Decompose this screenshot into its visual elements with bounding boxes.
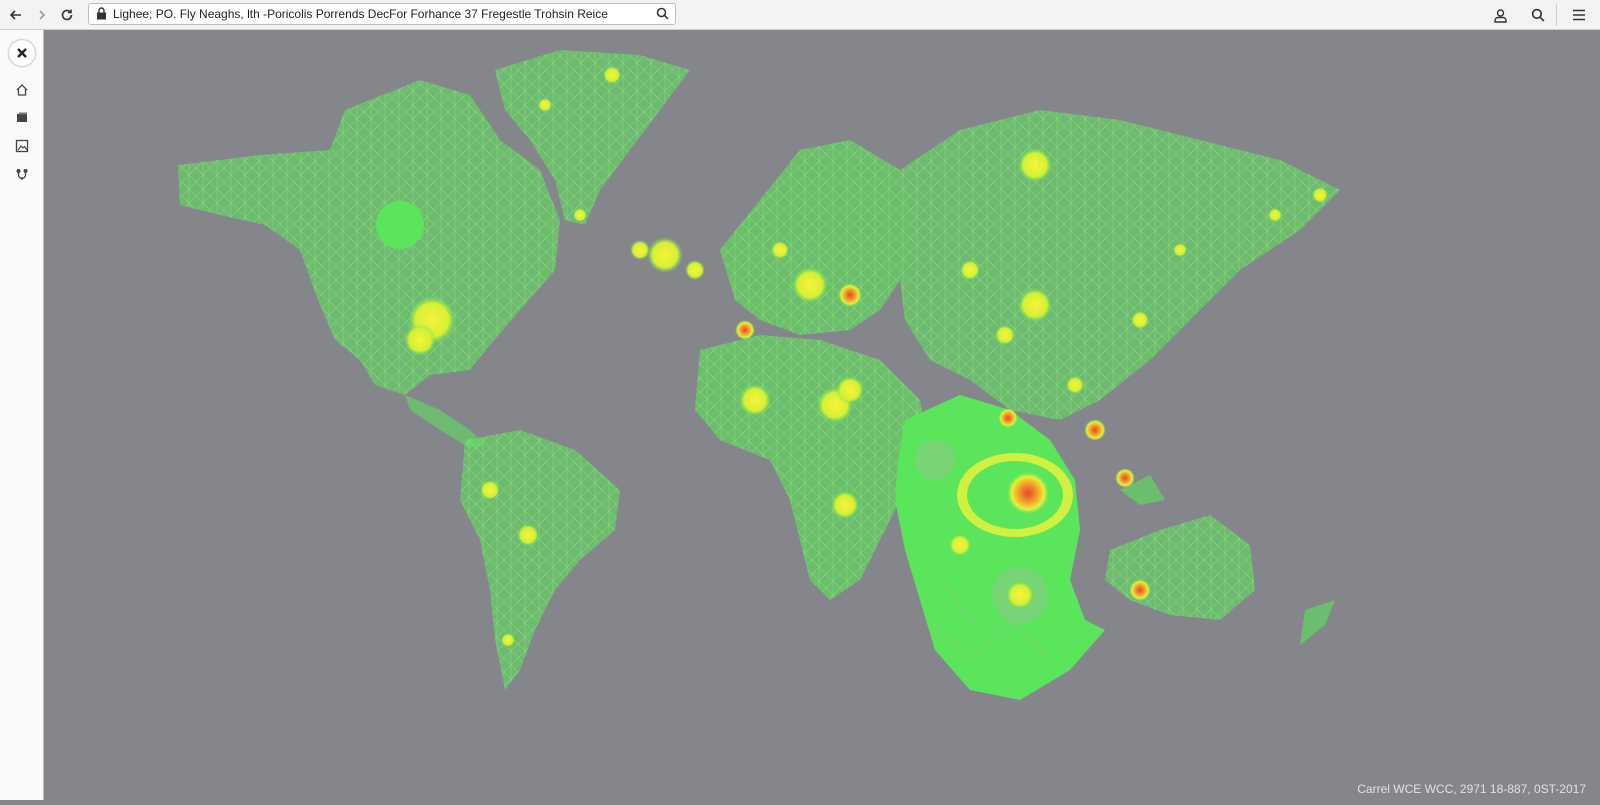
arrow-left-icon [9,10,21,20]
close-icon [17,48,27,58]
menu-button[interactable] [1569,5,1589,25]
browser-toolbar: Lighee; PO. Fly Neaghs, lth -Poricolis P… [0,0,1600,30]
search-icon [1531,8,1545,22]
layers-icon [17,112,27,122]
arrow-right-icon [39,10,46,20]
world-map-canvas [178,50,1340,700]
sidebar-share-button[interactable] [12,164,32,184]
profile-button[interactable] [1490,5,1510,25]
world-map[interactable] [44,30,1600,800]
home-icon [16,84,28,96]
lock-icon [96,7,107,25]
back-button[interactable] [6,5,26,25]
image-icon [15,139,29,153]
hamburger-menu-icon [1573,9,1585,21]
address-bar[interactable]: Lighee; PO. Fly Neaghs, lth -Poricolis P… [88,3,676,25]
map-credit: Carrel WCE WCC, 2971 18-887, 0ST-2017 [1357,782,1586,796]
search-icon[interactable] [656,7,669,25]
sidebar-layers-button[interactable] [12,108,32,128]
address-text: Lighee; PO. Fly Neaghs, lth -Poricolis P… [113,7,608,21]
southern-landmass [895,395,1105,700]
reload-button[interactable] [57,5,77,25]
close-button[interactable] [9,40,35,66]
sidebar-image-button[interactable] [12,136,32,156]
sidebar-home-button[interactable] [12,80,32,100]
forward-button[interactable] [32,5,52,25]
share-icon [16,169,28,180]
find-button[interactable] [1528,5,1548,25]
toolbar-divider [1556,4,1557,26]
user-icon [1493,8,1507,23]
left-sidebar [0,30,44,800]
reload-icon [61,9,73,21]
